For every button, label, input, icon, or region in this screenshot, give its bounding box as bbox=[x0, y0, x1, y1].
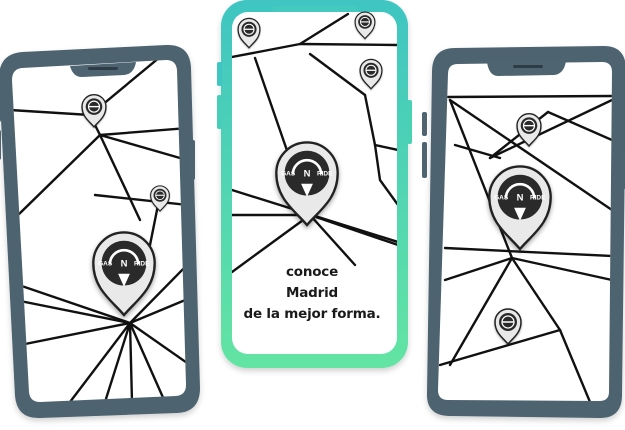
tagline-line-2: Madrid bbox=[286, 285, 338, 301]
brand-logo-left: GAS bbox=[98, 260, 113, 267]
brand-logo-right: RIDE bbox=[530, 194, 546, 201]
tagline-line-3: de la mejor forma. bbox=[243, 306, 381, 322]
brand-logo-mid: N bbox=[304, 169, 311, 180]
brand-logo-left: GAS bbox=[281, 170, 296, 177]
brand-logo-mid: N bbox=[517, 193, 524, 204]
tagline-line-1: conoce bbox=[285, 264, 339, 280]
brand-logo-left: GAS bbox=[494, 194, 509, 201]
brand-logo-mid: N bbox=[121, 259, 128, 270]
app-promo-illustration: GAS N RIDE GAS N RIDE GAS N RIDE conoce … bbox=[0, 0, 625, 425]
tagline: conoce Madrid de la mejor forma. bbox=[232, 262, 392, 325]
brand-logo-right: RIDE bbox=[317, 170, 333, 177]
brand-logo-right: RIDE bbox=[134, 260, 150, 267]
